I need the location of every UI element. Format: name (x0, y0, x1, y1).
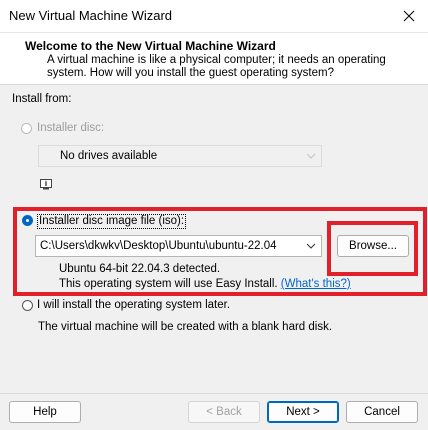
install-from-label: Install from: (12, 93, 72, 105)
chevron-down-icon (306, 243, 316, 249)
iso-label: Installer disc image file (iso): (37, 214, 187, 229)
installer-disc-value: No drives available (60, 150, 158, 162)
browse-button[interactable]: Browse... (337, 235, 409, 257)
install-later-description: The virtual machine will be created with… (38, 321, 333, 333)
install-later-radio[interactable] (22, 300, 33, 311)
installer-disc-dropdown[interactable]: No drives available (38, 145, 322, 167)
wizard-header: Welcome to the New Virtual Machine Wizar… (0, 33, 428, 85)
cancel-button[interactable]: Cancel (346, 401, 418, 423)
help-button[interactable]: Help (9, 401, 81, 423)
whats-this-link[interactable]: (What's this?) (281, 278, 351, 290)
easy-install-line: This operating system will use Easy Inst… (59, 278, 351, 290)
close-icon[interactable] (396, 3, 422, 29)
next-button[interactable]: Next > (267, 401, 339, 423)
iso-path-combo[interactable]: C:\Users\dkwkv\Desktop\Ubuntu\ubuntu-22.… (35, 235, 322, 257)
installer-disc-radio[interactable] (21, 123, 32, 134)
iso-path-value: C:\Users\dkwkv\Desktop\Ubuntu\ubuntu-22.… (40, 240, 277, 252)
iso-radio[interactable] (22, 215, 33, 226)
install-later-label: I will install the operating system late… (37, 299, 231, 311)
info-icon (40, 179, 52, 190)
title-bar: New Virtual Machine Wizard (0, 0, 428, 33)
window-title: New Virtual Machine Wizard (9, 8, 173, 23)
easy-install-text: This operating system will use Easy Inst… (59, 278, 278, 290)
back-button[interactable]: < Back (188, 401, 260, 423)
page-title: Welcome to the New Virtual Machine Wizar… (25, 39, 276, 53)
chevron-down-icon (306, 153, 316, 159)
detected-os-text: Ubuntu 64-bit 22.04.3 detected. (59, 263, 221, 275)
installer-disc-label: Installer disc: (37, 122, 105, 134)
page-description: A virtual machine is like a physical com… (47, 54, 386, 79)
